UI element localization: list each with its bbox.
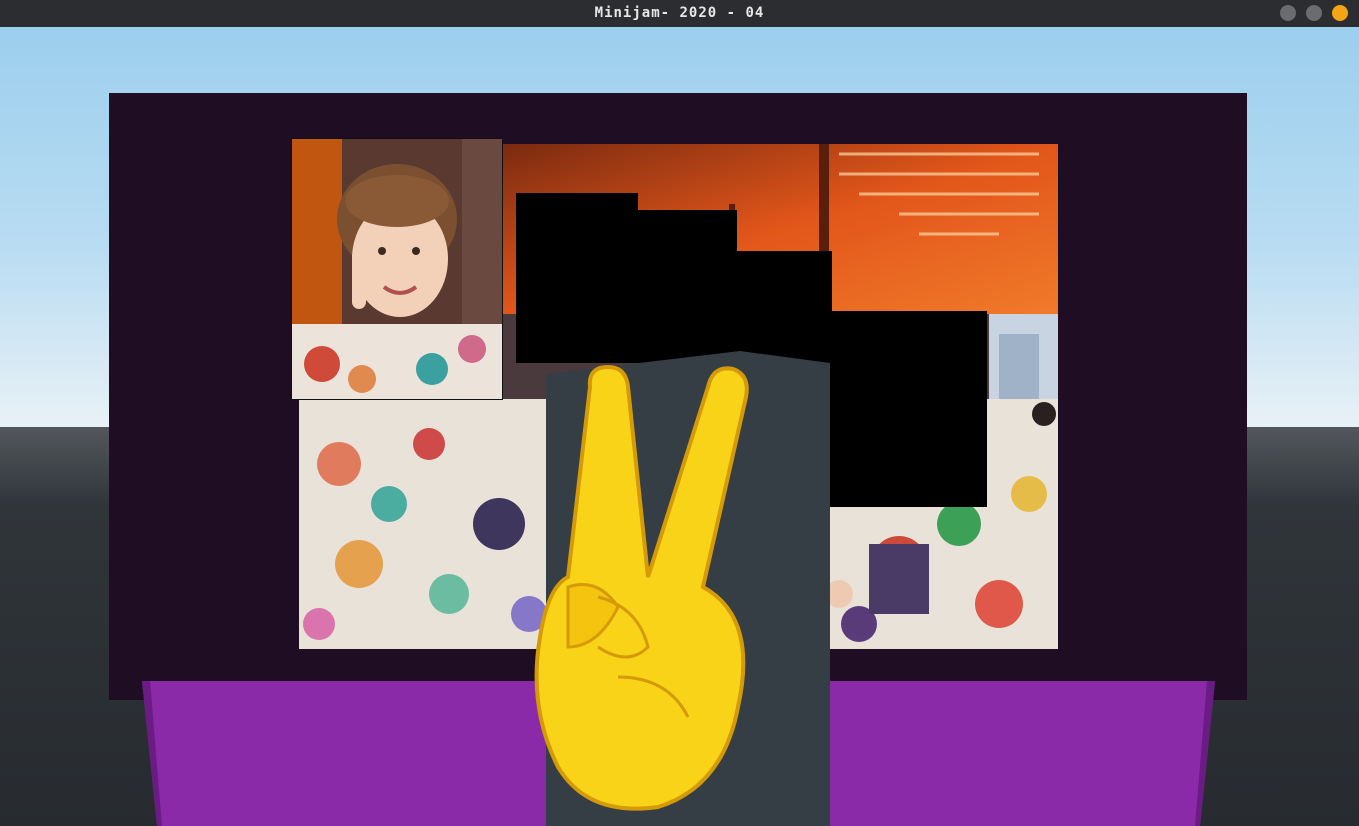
missing-tile xyxy=(636,210,737,363)
minimize-button[interactable] xyxy=(1280,5,1296,21)
game-viewport[interactable] xyxy=(0,27,1359,826)
held-hand-piece[interactable] xyxy=(528,347,838,826)
maximize-button[interactable] xyxy=(1306,5,1322,21)
window-titlebar: Minijam- 2020 - 04 xyxy=(0,0,1359,27)
close-button[interactable] xyxy=(1332,5,1348,21)
window-title: Minijam- 2020 - 04 xyxy=(594,5,765,21)
missing-tile xyxy=(830,311,987,507)
missing-tile xyxy=(516,193,638,363)
puzzle-piece-portrait[interactable] xyxy=(291,138,503,400)
